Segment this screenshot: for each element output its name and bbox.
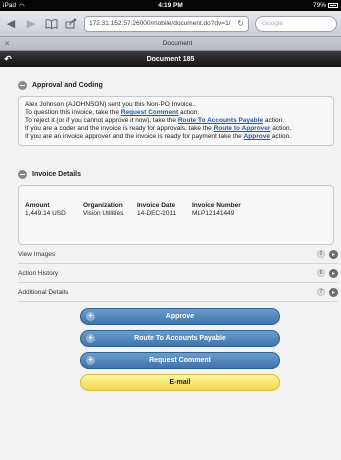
wifi-icon: ◠	[19, 2, 25, 10]
approval-line: To question this invoice, take the Reque…	[25, 109, 200, 116]
request-comment-link[interactable]: Request Comment	[121, 109, 178, 116]
approve-button[interactable]: + Approve	[80, 308, 280, 325]
amount-header: Amount	[25, 202, 50, 209]
invoice-number-header: Invoice Number	[192, 202, 241, 209]
back-icon[interactable]: ◀	[4, 17, 18, 31]
ios-status-bar: iPad ◠ 4:19 PM 79%	[0, 0, 341, 11]
chevron-right-icon[interactable]: ▸	[329, 268, 338, 278]
address-bar[interactable]: 172.31.152.57:26000/mobile/document.do?d…	[84, 15, 249, 32]
chevron-right-icon[interactable]: ▸	[329, 287, 338, 297]
amount-value: 1,449.14 USD	[25, 210, 66, 217]
list-item-action-history[interactable]: Action History 6 ▸	[18, 264, 338, 283]
invoice-date-header: Invoice Date	[137, 202, 176, 209]
approval-panel: Alex Johnson (AJOHNSON) sent you this No…	[18, 96, 334, 146]
list-item-label: View Images	[18, 250, 56, 258]
approval-line: If you are an invoice approver and the i…	[25, 133, 291, 140]
count-badge: 6	[317, 269, 325, 277]
invoice-section-header[interactable]: Invoice Details	[18, 167, 334, 181]
route-to-ap-link[interactable]: Route To Accounts Payable	[178, 117, 263, 124]
browser-tab-bar: ✕ Document	[0, 37, 341, 51]
list-item-additional-details[interactable]: Additional Details 7 ▸	[18, 283, 338, 302]
list-item-view-images[interactable]: View Images 0 ▸	[18, 245, 338, 264]
route-to-ap-button[interactable]: + Route To Accounts Payable	[80, 330, 280, 347]
tab-title[interactable]: Document	[14, 40, 341, 47]
share-icon[interactable]	[64, 17, 78, 31]
collapse-icon[interactable]	[18, 80, 27, 90]
approval-heading: Approval and Coding	[32, 81, 103, 89]
list-item-label: Additional Details	[18, 288, 69, 296]
plus-icon: +	[86, 334, 95, 343]
search-input[interactable]: Google	[255, 15, 337, 32]
search-placeholder: Google	[262, 20, 283, 27]
plus-icon: +	[86, 312, 95, 321]
invoice-grid: Amount Organization Invoice Date Invoice…	[25, 202, 327, 218]
approval-section-header[interactable]: Approval and Coding	[18, 78, 334, 92]
battery-icon	[328, 3, 339, 8]
organization-value: Vision Utilities	[83, 210, 124, 217]
page-title: Document 185	[146, 55, 195, 63]
bookmarks-icon[interactable]	[44, 17, 58, 31]
plus-icon: +	[86, 356, 95, 365]
main-content: Approval and Coding Alex Johnson (AJOHNS…	[0, 67, 341, 460]
invoice-panel: Amount Organization Invoice Date Invoice…	[18, 185, 334, 245]
status-time: 4:19 PM	[158, 2, 183, 9]
approval-line: If you are a coder and the invoice is re…	[25, 125, 292, 132]
close-tab-icon[interactable]: ✕	[0, 40, 14, 48]
list-item-label: Action History	[18, 269, 59, 277]
forward-icon[interactable]: ▶	[24, 17, 38, 31]
back-arrow-icon[interactable]: ↶	[0, 54, 16, 65]
count-badge: 7	[317, 288, 325, 296]
reload-icon[interactable]: ↻	[237, 19, 244, 28]
approval-line: Alex Johnson (AJOHNSON) sent you this No…	[25, 101, 196, 108]
count-badge: 0	[317, 250, 325, 258]
battery-percent: 79%	[313, 2, 327, 9]
chevron-right-icon[interactable]: ▸	[329, 249, 338, 259]
route-to-approver-link[interactable]: Route to Approver	[214, 125, 271, 132]
email-button[interactable]: E-mail	[80, 374, 280, 391]
device-label: iPad	[3, 2, 17, 9]
approve-link[interactable]: Approve	[244, 133, 270, 140]
url-text: 172.31.152.57:26000/mobile/document.do?d…	[89, 20, 231, 27]
request-comment-button[interactable]: + Request Comment	[80, 352, 280, 369]
app-header: ↶ Document 185	[0, 51, 341, 67]
approval-line: To reject it (or if you cannot approve i…	[25, 117, 285, 124]
invoice-heading: Invoice Details	[32, 170, 82, 178]
invoice-date-value: 14-DEC-2011	[137, 210, 177, 217]
invoice-number-value: MLP12141449	[192, 210, 235, 217]
browser-toolbar: ◀ ▶ 172.31.152.57:26000/mobile/document.…	[0, 11, 341, 37]
collapse-icon[interactable]	[18, 169, 27, 179]
organization-header: Organization	[83, 202, 123, 209]
